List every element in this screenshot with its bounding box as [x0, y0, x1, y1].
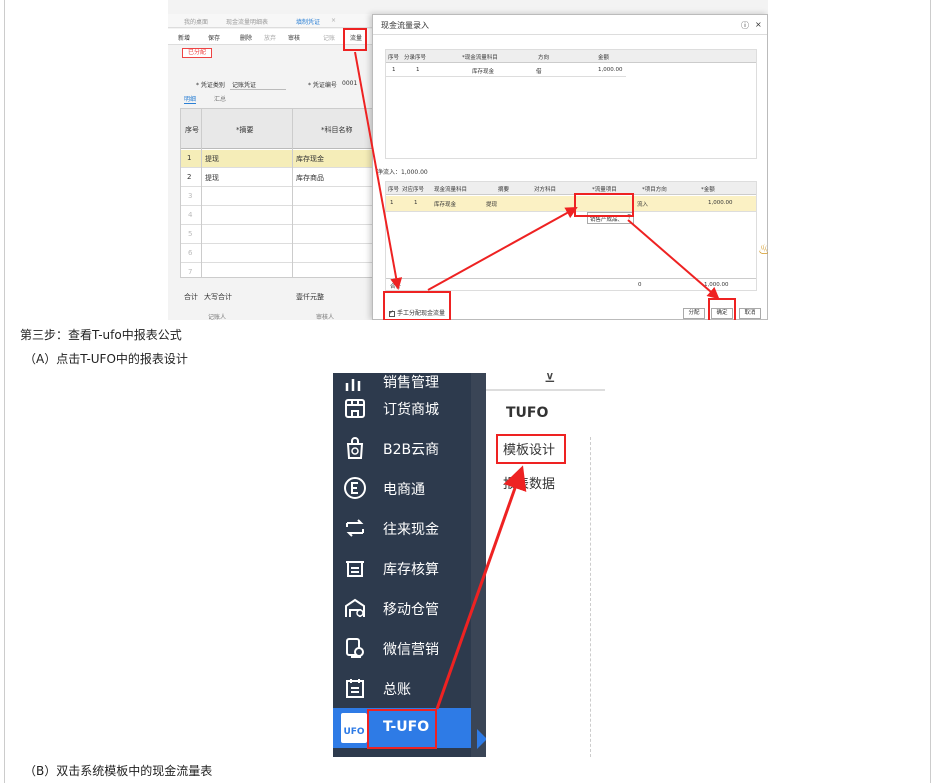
voucher-screenshot: 我的桌面 现金流量明细表 填制凭证 × 新增 保存 删除 放弃 审核 记账 流量… [168, 0, 768, 320]
stepB-caption: （B）双击系统模板中的现金流量表 [24, 764, 213, 778]
arrow-cashflow-to-checkbox [354, 51, 403, 290]
arrow-checkbox-to-item [427, 207, 578, 291]
annotation-arrows [354, 51, 720, 300]
frame-left-border [4, 0, 5, 783]
arrow-tufo-to-template [435, 465, 527, 710]
arrow-item-to-confirm [627, 219, 720, 300]
annotation-arrow [435, 465, 527, 710]
step3-caption: 第三步：查看T-ufo中报表公式 [20, 328, 182, 342]
side-glyph: ♨ [758, 242, 768, 258]
frame-right-border [930, 0, 931, 783]
tufo-menu-screenshot: 销售管理 订货商城 B2B云商 电商通 往来现金 库存核算 移动仓管 微信营销 [333, 373, 605, 757]
stepA-caption: （A）点击T-UFO中的报表设计 [24, 352, 188, 366]
